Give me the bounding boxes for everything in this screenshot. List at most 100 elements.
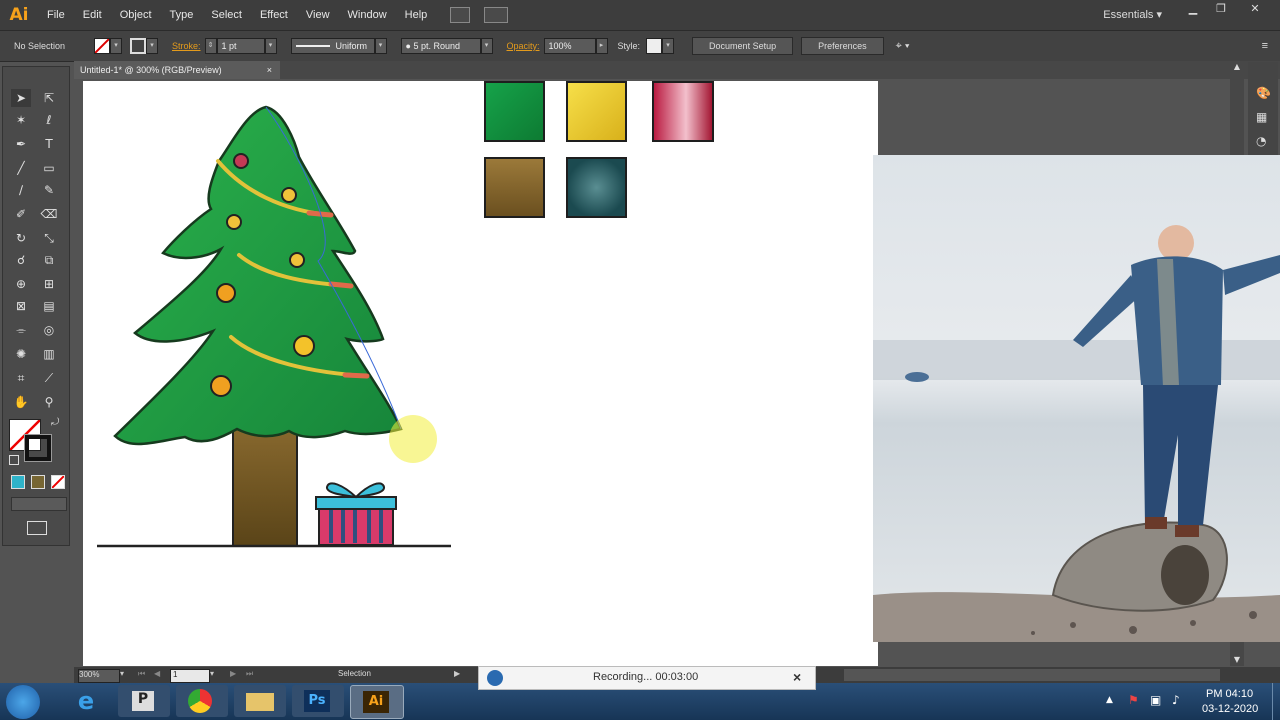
rotate-icon[interactable]: ↻ bbox=[11, 229, 31, 247]
ornament[interactable] bbox=[210, 375, 232, 397]
chrome-icon[interactable] bbox=[176, 685, 228, 717]
default-fill-stroke-icon[interactable] bbox=[9, 455, 19, 465]
style-dropdown[interactable]: ▾ bbox=[662, 38, 675, 54]
artboard-dropdown[interactable]: ▾ bbox=[210, 669, 214, 678]
ornament[interactable] bbox=[216, 283, 236, 303]
prev-artboard-icon[interactable]: ◀ bbox=[154, 669, 160, 678]
brushes-panel-icon[interactable]: ◔ bbox=[1256, 134, 1266, 148]
free-transform-icon[interactable]: ⧉ bbox=[39, 251, 59, 269]
scroll-up-icon[interactable]: ▲ bbox=[1230, 62, 1244, 71]
selection-icon[interactable]: ➤ bbox=[11, 89, 31, 107]
menu-file[interactable]: File bbox=[38, 9, 74, 21]
file-explorer-icon[interactable] bbox=[234, 685, 286, 717]
fill-dropdown[interactable]: ▾ bbox=[110, 38, 122, 54]
brush-dropdown[interactable]: ▾ bbox=[480, 38, 493, 54]
stroke-weight-dropdown[interactable]: ▾ bbox=[264, 38, 277, 54]
opacity-field[interactable]: 100% bbox=[543, 38, 596, 54]
screen-mode-icon[interactable] bbox=[27, 521, 47, 535]
close-tab-icon[interactable]: × bbox=[267, 61, 272, 79]
zoom-dropdown[interactable]: ▾ bbox=[120, 669, 124, 678]
internet-explorer-icon[interactable]: e bbox=[72, 687, 100, 715]
none-mode-button[interactable] bbox=[51, 475, 65, 489]
restore-icon[interactable]: ❐ bbox=[1208, 2, 1234, 16]
swatch-teal[interactable] bbox=[566, 157, 627, 218]
horizontal-scrollbar[interactable] bbox=[844, 669, 1220, 681]
gift-lid[interactable] bbox=[315, 496, 397, 510]
paintbrush-icon[interactable]: ∕ bbox=[11, 181, 31, 199]
opacity-label[interactable]: Opacity: bbox=[507, 41, 540, 51]
fill-swatch[interactable] bbox=[94, 38, 110, 54]
tree-trunk[interactable] bbox=[232, 420, 298, 547]
swatch-yellow[interactable] bbox=[566, 81, 627, 142]
ornament[interactable] bbox=[226, 214, 242, 230]
align-options-icon[interactable]: ⌖ ▾ bbox=[896, 40, 910, 53]
clock-time[interactable]: PM 04:10 bbox=[1206, 688, 1253, 700]
stroke-weight-stepper[interactable]: ⇕ bbox=[204, 38, 217, 54]
start-button[interactable] bbox=[6, 685, 40, 719]
last-artboard-icon[interactable]: ⏭ bbox=[246, 669, 253, 679]
blob-brush-icon[interactable]: ✐ bbox=[11, 205, 31, 223]
menu-type[interactable]: Type bbox=[161, 9, 203, 21]
gift-bow[interactable] bbox=[326, 482, 385, 499]
eyedropper-icon[interactable]: ⌯ bbox=[11, 321, 31, 339]
menu-edit[interactable]: Edit bbox=[74, 9, 111, 21]
swatch-brown[interactable] bbox=[484, 157, 545, 218]
first-artboard-icon[interactable]: ⏮ bbox=[138, 669, 145, 679]
arrange-documents-icon[interactable] bbox=[484, 7, 509, 23]
panel-menu-icon[interactable]: ≡ bbox=[1262, 40, 1268, 52]
ornament[interactable] bbox=[233, 153, 249, 169]
stroke-label[interactable]: Stroke: bbox=[172, 41, 201, 51]
type-icon[interactable]: T bbox=[39, 135, 59, 153]
zoom-icon[interactable]: ⚲ bbox=[39, 393, 59, 411]
style-swatch[interactable] bbox=[646, 38, 663, 54]
menu-effect[interactable]: Effect bbox=[251, 9, 297, 21]
volume-icon[interactable]: ♪ bbox=[1172, 693, 1180, 707]
brush-definition[interactable]: ● 5 pt. Round bbox=[400, 38, 481, 54]
action-center-icon[interactable]: ⚑ bbox=[1128, 693, 1139, 707]
menu-object[interactable]: Object bbox=[111, 9, 161, 21]
menu-window[interactable]: Window bbox=[339, 9, 396, 21]
warp-icon[interactable]: ☌ bbox=[11, 251, 31, 269]
swatch-green[interactable] bbox=[484, 81, 545, 142]
swatches-panel-icon[interactable]: ▦ bbox=[1256, 110, 1267, 124]
preferences-button[interactable]: Preferences bbox=[801, 37, 884, 55]
artboard-icon[interactable]: ⌗ bbox=[11, 369, 31, 387]
minimize-icon[interactable]: ▁ bbox=[1180, 2, 1206, 16]
artboard-number[interactable]: 1 bbox=[170, 669, 210, 683]
slice-icon[interactable]: ⟋ bbox=[39, 369, 59, 387]
ornament[interactable] bbox=[289, 252, 305, 268]
color-mode-button[interactable] bbox=[11, 475, 25, 489]
next-artboard-icon[interactable]: ▶ bbox=[230, 669, 236, 678]
swap-fill-stroke-icon[interactable]: ⤾ bbox=[51, 417, 59, 428]
column-graph-icon[interactable]: ▥ bbox=[39, 345, 59, 363]
document-setup-button[interactable]: Document Setup bbox=[692, 37, 794, 55]
artboard[interactable] bbox=[83, 81, 878, 666]
reference-photo[interactable] bbox=[873, 155, 1280, 642]
mesh-icon[interactable]: ⊠ bbox=[11, 297, 31, 315]
bridge-icon[interactable] bbox=[450, 7, 471, 23]
menu-help[interactable]: Help bbox=[396, 9, 437, 21]
garland-end[interactable] bbox=[342, 372, 370, 379]
line-icon[interactable]: ╱ bbox=[11, 159, 31, 177]
opacity-dropdown[interactable]: ▸ bbox=[595, 38, 608, 54]
stroke-dropdown[interactable]: ▾ bbox=[146, 38, 158, 54]
scroll-down-icon[interactable]: ▼ bbox=[1230, 655, 1244, 664]
color-panel-icon[interactable]: 🎨 bbox=[1256, 86, 1271, 100]
photoshop-icon[interactable]: Ps bbox=[292, 685, 344, 717]
publisher-icon[interactable]: P bbox=[118, 685, 170, 717]
status-menu-icon[interactable]: ▶ bbox=[454, 669, 460, 678]
clock-date[interactable]: 03-12-2020 bbox=[1202, 703, 1258, 715]
show-desktop-button[interactable] bbox=[1272, 683, 1280, 720]
stroke-profile-dropdown[interactable]: ▾ bbox=[374, 38, 387, 54]
garland-end[interactable] bbox=[306, 210, 334, 218]
eraser-icon[interactable]: ⌫ bbox=[39, 205, 59, 223]
swatch-red[interactable] bbox=[652, 81, 714, 142]
rectangle-icon[interactable]: ▭ bbox=[39, 159, 59, 177]
zoom-level[interactable]: 300% bbox=[78, 669, 120, 683]
ornament[interactable] bbox=[281, 187, 297, 203]
gradient-icon[interactable]: ▤ bbox=[39, 297, 59, 315]
scale-icon[interactable]: ⤡ bbox=[39, 229, 59, 247]
gradient-mode-button[interactable] bbox=[31, 475, 45, 489]
christmas-tree[interactable] bbox=[113, 105, 403, 446]
direct-selection-icon[interactable]: ⇱ bbox=[39, 89, 59, 107]
